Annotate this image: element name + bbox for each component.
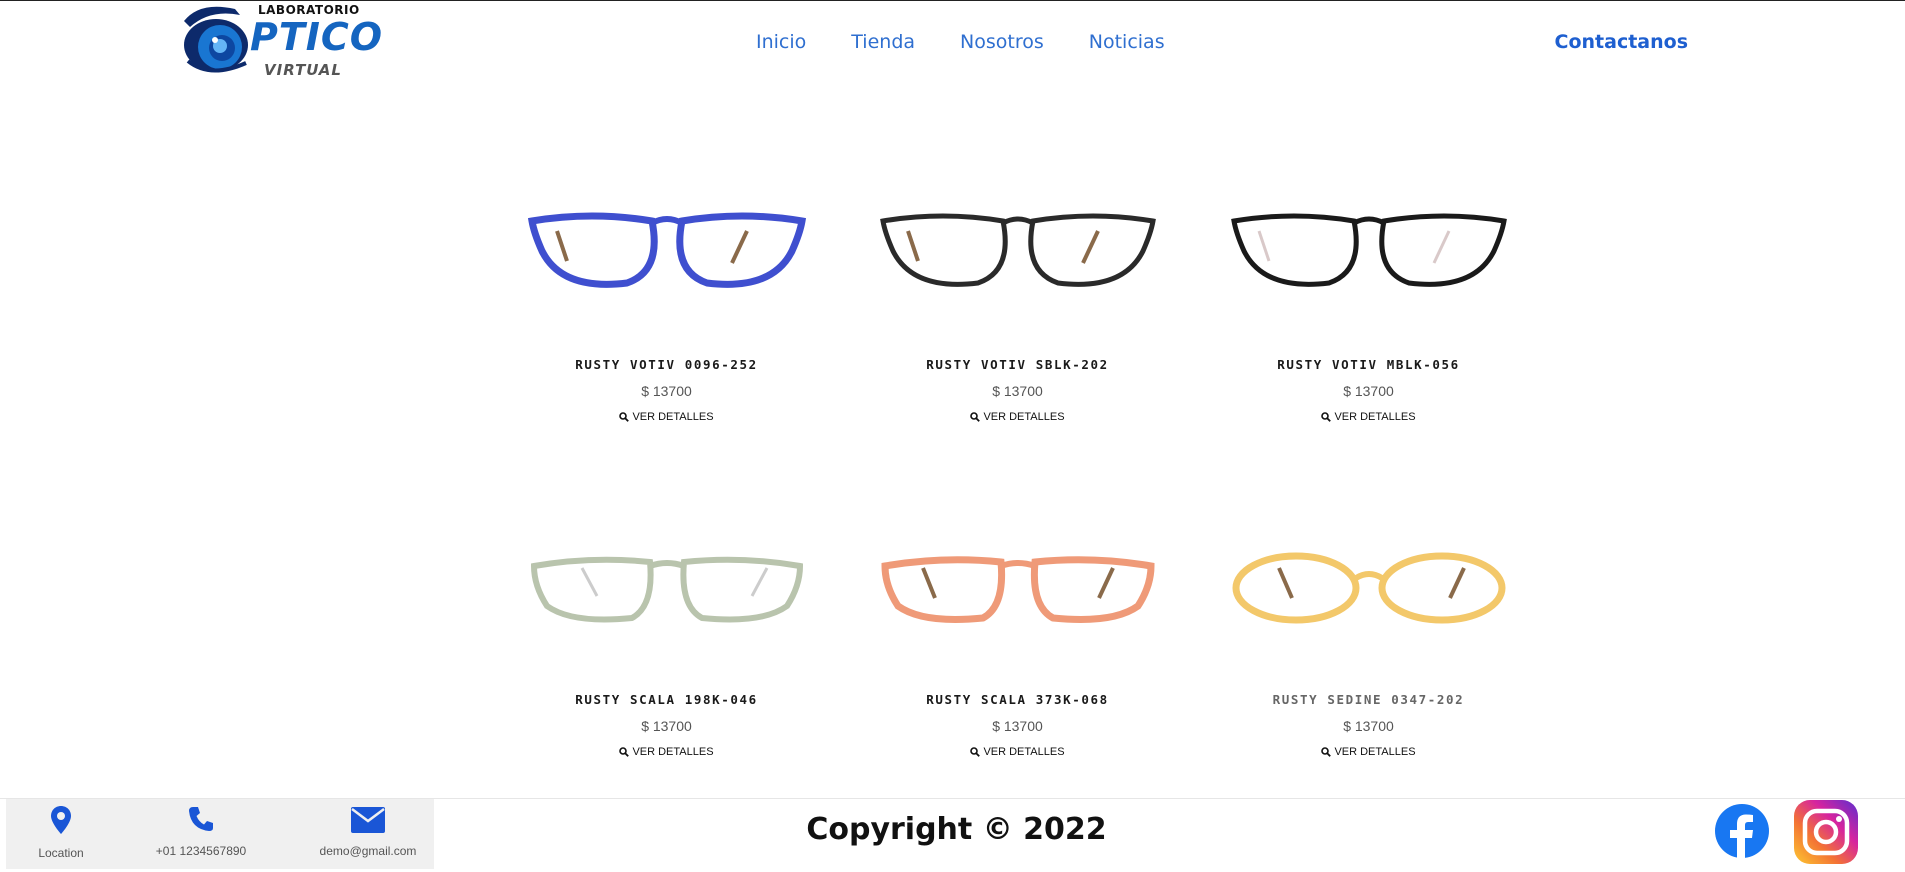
- instagram-icon: [1794, 800, 1858, 864]
- glasses-image: [880, 556, 1155, 623]
- glasses-image: [527, 212, 806, 288]
- location-label: Location: [38, 846, 84, 860]
- search-icon: [619, 747, 630, 757]
- facebook-link[interactable]: [1714, 803, 1770, 864]
- search-icon: [970, 747, 981, 757]
- product-price: $ 13700: [992, 718, 1043, 734]
- view-details-link[interactable]: VER DETALLES: [842, 411, 1193, 423]
- view-details-link[interactable]: VER DETALLES: [491, 411, 842, 423]
- search-icon: [1321, 747, 1332, 757]
- product-card[interactable]: RUSTY VOTIV MBLK-056 $ 13700 VER DETALLE…: [1193, 161, 1544, 496]
- site-footer: Location +01 1234567890 demo@gmail.com C…: [0, 798, 1905, 872]
- product-price: $ 13700: [641, 383, 692, 399]
- product-price: $ 13700: [1343, 383, 1394, 399]
- facebook-icon: [1715, 804, 1769, 859]
- view-details-label: VER DETALLES: [632, 411, 714, 423]
- view-details-link[interactable]: VER DETALLES: [842, 746, 1193, 758]
- view-details-label: VER DETALLES: [1334, 411, 1416, 423]
- main-nav: Inicio Tienda Nosotros Noticias: [756, 31, 1210, 53]
- product-image[interactable]: [491, 496, 842, 666]
- product-name: RUSTY SCALA 198K-046: [575, 692, 758, 707]
- nav-nosotros[interactable]: Nosotros: [960, 31, 1044, 53]
- search-icon: [619, 412, 630, 422]
- product-name: RUSTY VOTIV MBLK-056: [1277, 357, 1460, 372]
- product-name: RUSTY SEDINE 0347-202: [1272, 692, 1465, 707]
- logo-sub-text: VIRTUAL: [264, 61, 342, 79]
- view-details-link[interactable]: VER DETALLES: [491, 746, 842, 758]
- product-card[interactable]: RUSTY VOTIV 0096-252 $ 13700 VER DETALLE…: [491, 161, 842, 496]
- glasses-image: [1232, 552, 1505, 624]
- copyright-text: Copyright © 2022: [806, 812, 1107, 847]
- product-name: RUSTY SCALA 373K-068: [926, 692, 1109, 707]
- glasses-image: [530, 556, 803, 623]
- view-details-label: VER DETALLES: [632, 746, 714, 758]
- product-name: RUSTY VOTIV 0096-252: [575, 357, 758, 372]
- logo-main-text: PTICO: [250, 15, 384, 59]
- product-price: $ 13700: [992, 383, 1043, 399]
- contact-link[interactable]: Contactanos: [1555, 31, 1688, 53]
- product-card[interactable]: RUSTY SEDINE 0347-202 $ 13700 VER DETALL…: [1193, 496, 1544, 831]
- product-card[interactable]: RUSTY VOTIV SBLK-202 $ 13700 VER DETALLE…: [842, 161, 1193, 496]
- product-price: $ 13700: [641, 718, 692, 734]
- nav-noticias[interactable]: Noticias: [1089, 31, 1165, 53]
- view-details-label: VER DETALLES: [1334, 746, 1416, 758]
- product-name: RUSTY VOTIV SBLK-202: [926, 357, 1109, 372]
- glasses-image: [879, 213, 1156, 287]
- nav-inicio[interactable]: Inicio: [756, 31, 806, 53]
- product-image[interactable]: [491, 161, 842, 331]
- instagram-link[interactable]: [1793, 800, 1859, 870]
- search-icon: [970, 412, 981, 422]
- product-grid: RUSTY VOTIV 0096-252 $ 13700 VER DETALLE…: [491, 161, 1541, 831]
- search-icon: [1321, 412, 1332, 422]
- view-details-link[interactable]: VER DETALLES: [1193, 411, 1544, 423]
- product-image[interactable]: [842, 161, 1193, 331]
- product-card[interactable]: RUSTY SCALA 373K-068 $ 13700 VER DETALLE…: [842, 496, 1193, 831]
- glasses-image: [1230, 213, 1507, 287]
- product-card[interactable]: RUSTY SCALA 198K-046 $ 13700 VER DETALLE…: [491, 496, 842, 831]
- product-image[interactable]: [1193, 161, 1544, 331]
- site-header: LABORATORIO PTICO VIRTUAL Inicio Tienda …: [0, 1, 1905, 91]
- site-logo[interactable]: LABORATORIO PTICO VIRTUAL: [180, 1, 382, 83]
- view-details-label: VER DETALLES: [983, 411, 1065, 423]
- product-price: $ 13700: [1343, 718, 1394, 734]
- product-image[interactable]: [1193, 496, 1544, 666]
- view-details-link[interactable]: VER DETALLES: [1193, 746, 1544, 758]
- product-image[interactable]: [842, 496, 1193, 666]
- view-details-label: VER DETALLES: [983, 746, 1065, 758]
- nav-tienda[interactable]: Tienda: [851, 31, 915, 53]
